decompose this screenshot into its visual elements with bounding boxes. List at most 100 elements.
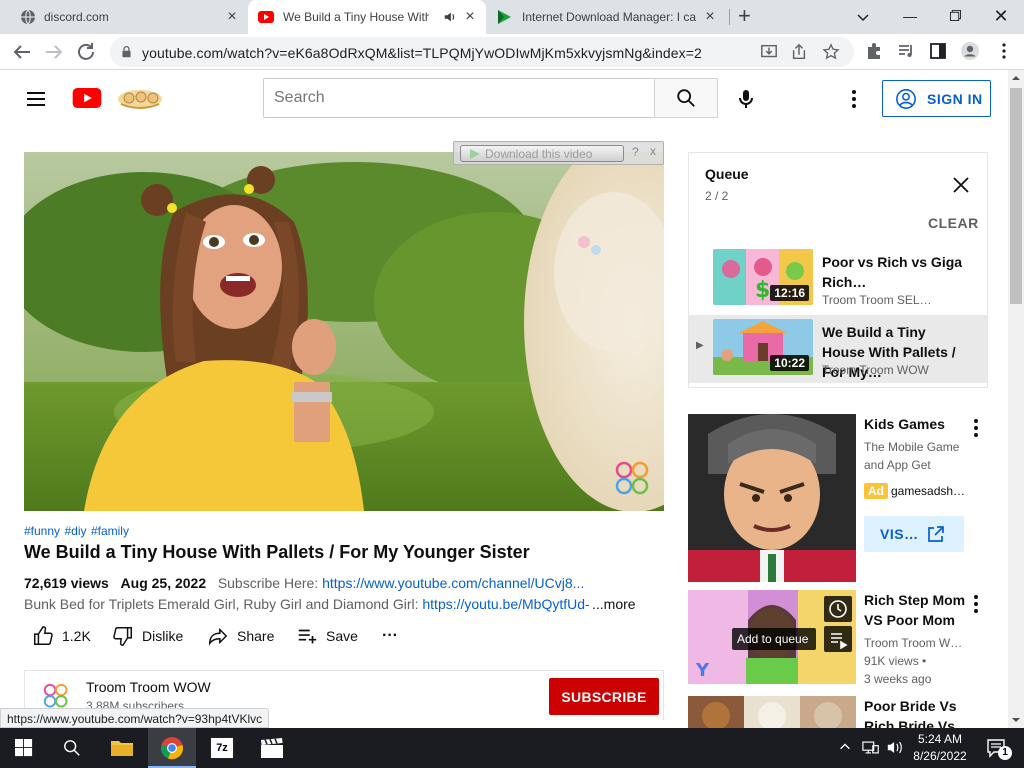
youtube-logo-icon[interactable] bbox=[72, 88, 102, 109]
taskbar-7zip[interactable]: 7z bbox=[198, 728, 246, 768]
search-button[interactable] bbox=[654, 78, 718, 118]
account-circle-icon bbox=[896, 89, 916, 109]
chrome-menu-icon[interactable] bbox=[994, 41, 1014, 61]
reload-icon[interactable] bbox=[74, 40, 98, 64]
tab-close-icon[interactable]: × bbox=[462, 9, 478, 25]
bookmark-star-icon[interactable] bbox=[822, 43, 840, 61]
ad-card[interactable]: Kids Games The Mobile Game and App Get A… bbox=[688, 414, 988, 582]
description-link[interactable]: https://youtu.be/MbQytfUd- bbox=[422, 596, 589, 612]
more-vert-icon[interactable] bbox=[966, 592, 986, 616]
7zip-icon: 7z bbox=[210, 737, 234, 759]
more-vert-icon[interactable] bbox=[966, 416, 986, 440]
network-icon[interactable] bbox=[862, 740, 880, 755]
video-player[interactable] bbox=[24, 152, 664, 511]
sign-in-label: SIGN IN bbox=[927, 91, 983, 107]
more-vert-icon[interactable] bbox=[842, 87, 866, 111]
taskbar-video-editor[interactable] bbox=[248, 728, 296, 768]
tab-close-icon[interactable]: × bbox=[702, 9, 718, 25]
hashtags: #funny #diy #family bbox=[24, 522, 129, 540]
chevron-up-icon[interactable] bbox=[838, 740, 852, 754]
restore-icon bbox=[949, 10, 961, 21]
chevron-down-icon[interactable] bbox=[855, 9, 871, 25]
more-actions-button[interactable]: ··· bbox=[382, 622, 398, 650]
queue-thumbnail: 10:22 bbox=[713, 319, 813, 375]
url-text: youtube.com/watch?v=eK6a8OdRxQM&list=TLP… bbox=[142, 45, 702, 61]
browser-tab-strip: discord.com × We Build a Tiny House With… bbox=[0, 0, 1024, 34]
visit-site-button[interactable]: VIS… bbox=[864, 516, 964, 552]
hashtag-link[interactable]: #funny bbox=[24, 524, 60, 538]
search-box[interactable] bbox=[263, 78, 655, 118]
tab-title: Internet Download Manager: I ca bbox=[522, 10, 696, 24]
channel-name[interactable]: Troom Troom WOW bbox=[86, 679, 211, 695]
duration-badge: 10:22 bbox=[770, 355, 809, 371]
add-to-queue-button[interactable] bbox=[824, 626, 852, 652]
taskbar-chrome[interactable] bbox=[148, 728, 196, 768]
profile-avatar-icon[interactable] bbox=[960, 41, 980, 61]
tab-discord[interactable]: discord.com × bbox=[0, 0, 248, 34]
show-more-link[interactable]: ...more bbox=[590, 596, 636, 612]
hashtag-link[interactable]: #diy bbox=[64, 524, 86, 538]
notification-center-button[interactable]: 1 bbox=[978, 728, 1024, 768]
queue-title: Queue bbox=[705, 166, 749, 182]
tab-youtube[interactable]: We Build a Tiny House With × bbox=[248, 0, 486, 34]
windows-taskbar: 7z 5:24 AM 8/26/2022 1 bbox=[0, 728, 1024, 768]
extensions-puzzle-icon[interactable] bbox=[864, 41, 884, 61]
install-app-icon[interactable] bbox=[760, 43, 778, 61]
channel-avatar-icon[interactable] bbox=[41, 681, 71, 711]
start-button[interactable] bbox=[0, 728, 48, 768]
recommended-video[interactable]: Poor Bride Vs Rich Bride Vs bbox=[688, 696, 988, 728]
lock-icon[interactable] bbox=[120, 45, 133, 58]
new-tab-button[interactable]: + bbox=[738, 4, 751, 28]
speaker-icon[interactable] bbox=[443, 10, 457, 24]
subscribe-button[interactable]: SUBSCRIBE bbox=[549, 678, 659, 715]
share-page-icon[interactable] bbox=[790, 43, 808, 61]
microphone-icon[interactable] bbox=[734, 87, 758, 111]
media-control-icon[interactable] bbox=[896, 41, 916, 61]
dislike-button[interactable]: Dislike bbox=[112, 622, 183, 650]
channel-link[interactable]: https://www.youtube.com/channel/UCvj8... bbox=[322, 575, 584, 591]
download-video-button[interactable]: Download this video bbox=[460, 145, 624, 162]
clear-queue-button[interactable]: CLEAR bbox=[928, 215, 979, 231]
hamburger-menu-icon[interactable] bbox=[24, 87, 48, 111]
search-input[interactable] bbox=[274, 79, 644, 117]
queue-panel: Queue 2 / 2 CLEAR $ 12:16 Poor vs Rich v… bbox=[688, 152, 988, 388]
close-icon[interactable] bbox=[949, 173, 973, 197]
back-arrow-icon[interactable] bbox=[10, 40, 34, 64]
scroll-down-arrow-icon[interactable] bbox=[1008, 712, 1024, 728]
page-scrollbar[interactable] bbox=[1008, 70, 1024, 728]
queue-item[interactable]: $ 12:16 Poor vs Rich vs Giga Rich… Troom… bbox=[689, 245, 987, 313]
folder-icon bbox=[111, 741, 133, 756]
like-button[interactable]: 1.2K bbox=[32, 622, 91, 650]
address-bar[interactable]: youtube.com/watch?v=eK6a8OdRxQM&list=TLP… bbox=[110, 37, 854, 67]
queue-item-title: Poor vs Rich vs Giga Rich… bbox=[822, 254, 963, 290]
system-clock[interactable]: 5:24 AM 8/26/2022 bbox=[908, 731, 972, 765]
description-line: Bunk Bed for Triplets Emerald Girl, Ruby… bbox=[24, 596, 590, 612]
queue-item-now-playing[interactable]: ▶ 10:22 We Build a Tiny House With Palle… bbox=[689, 315, 987, 383]
watch-later-button[interactable] bbox=[824, 596, 852, 622]
scrollbar-thumb[interactable] bbox=[1010, 88, 1022, 304]
scroll-up-arrow-icon[interactable] bbox=[1008, 70, 1024, 86]
taskbar-search-button[interactable] bbox=[48, 728, 96, 768]
forward-arrow-icon[interactable] bbox=[42, 40, 66, 64]
hover-overlay: Add to queue bbox=[732, 628, 816, 650]
close-window-button[interactable]: ✕ bbox=[987, 4, 1015, 28]
hashtag-link[interactable]: #family bbox=[91, 524, 129, 538]
share-button[interactable]: Share bbox=[207, 622, 274, 650]
tab-idm[interactable]: Internet Download Manager: I ca × bbox=[486, 0, 726, 34]
save-button[interactable]: Save bbox=[296, 622, 358, 650]
restore-button[interactable] bbox=[941, 4, 969, 28]
now-playing-icon: ▶ bbox=[696, 340, 704, 351]
idm-help-button[interactable]: ? bbox=[632, 145, 639, 159]
recommended-video[interactable]: Y Add to queue Rich Step Mom VS Poor Mom… bbox=[688, 590, 988, 686]
queue-thumbnail: $ 12:16 bbox=[713, 249, 813, 305]
minimize-button[interactable]: — bbox=[896, 4, 924, 28]
side-panel-icon[interactable] bbox=[928, 41, 948, 61]
sign-in-button[interactable]: SIGN IN bbox=[882, 80, 991, 117]
volume-icon[interactable] bbox=[886, 740, 904, 755]
idm-close-button[interactable]: x bbox=[650, 144, 656, 158]
chrome-logo-icon bbox=[161, 737, 183, 760]
taskbar-file-explorer[interactable] bbox=[98, 728, 146, 768]
tab-close-icon[interactable]: × bbox=[224, 9, 240, 25]
doodle-logo-icon[interactable] bbox=[115, 86, 165, 110]
ad-image bbox=[688, 414, 856, 582]
